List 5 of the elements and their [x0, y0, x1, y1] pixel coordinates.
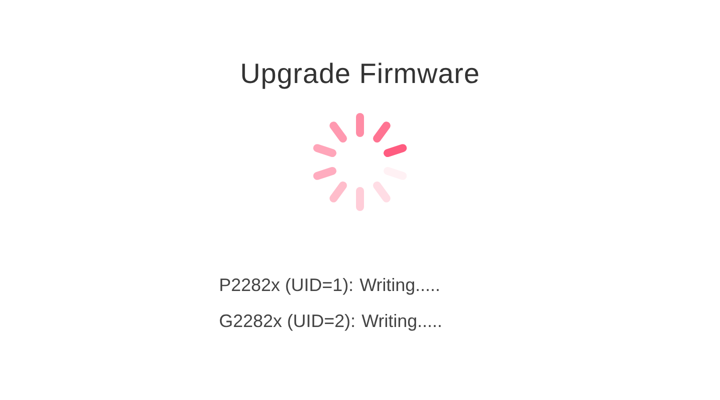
device-status: Writing.....	[362, 310, 442, 332]
page-title: Upgrade Firmware	[240, 57, 480, 91]
device-label: P2282x (UID=1):	[219, 274, 354, 296]
device-label: G2282x (UID=2):	[219, 310, 356, 332]
device-status: Writing.....	[360, 274, 440, 296]
